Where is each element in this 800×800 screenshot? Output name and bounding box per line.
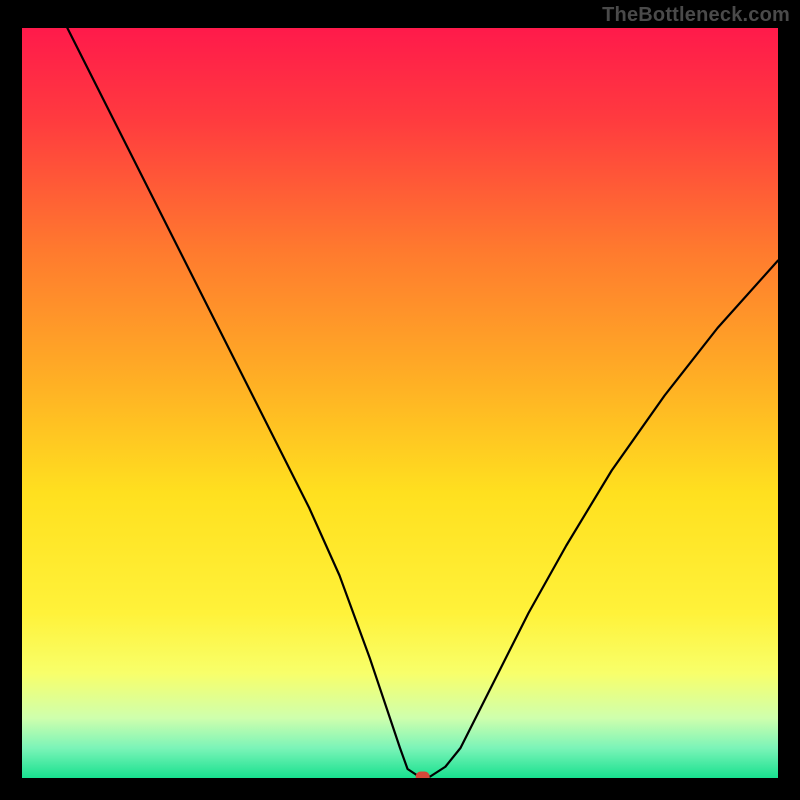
min-marker [416, 772, 430, 779]
gradient-background [22, 28, 778, 778]
plot-area [22, 28, 778, 778]
chart-frame: TheBottleneck.com [0, 0, 800, 800]
watermark-text: TheBottleneck.com [602, 4, 790, 27]
chart-svg [22, 28, 778, 778]
